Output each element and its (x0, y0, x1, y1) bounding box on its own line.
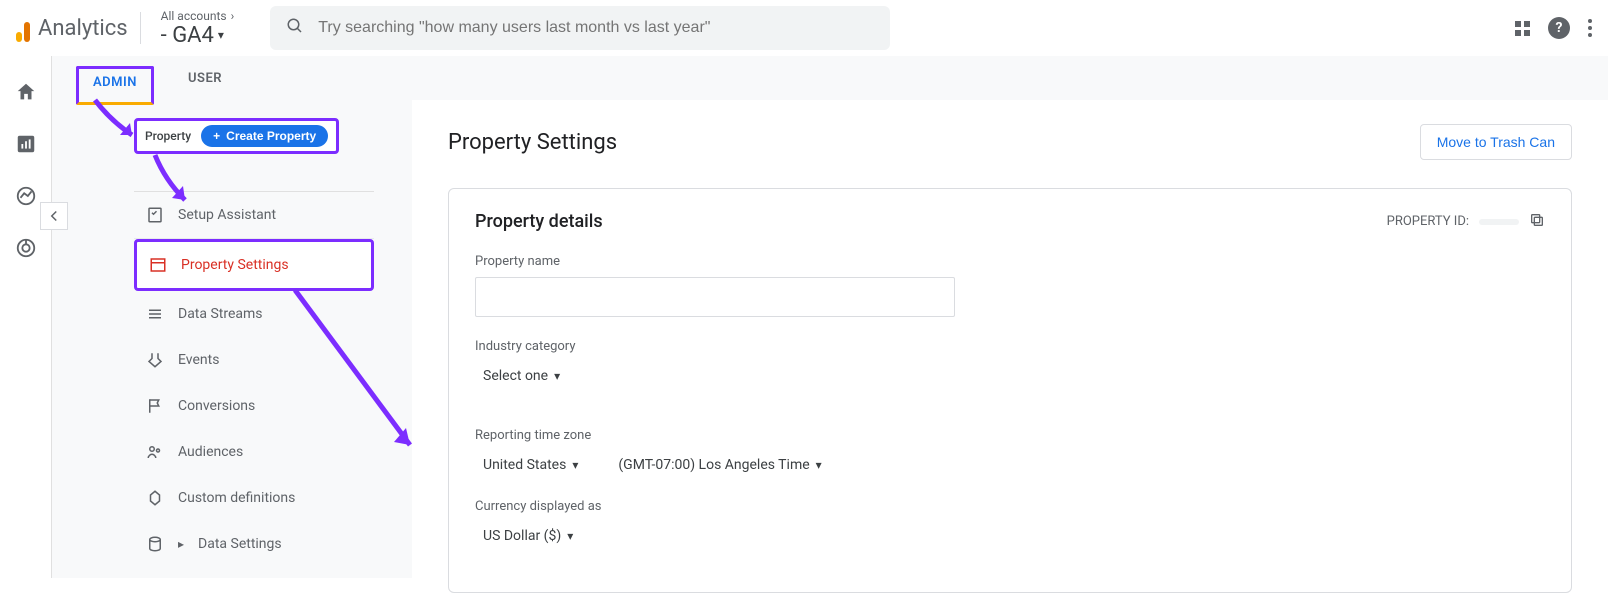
custom-icon (146, 489, 164, 507)
property-name-label: Property name (475, 254, 1545, 269)
timezone-label: Reporting time zone (475, 428, 1545, 443)
nav-setup-assistant[interactable]: Setup Assistant (134, 192, 374, 238)
streams-icon (146, 305, 164, 323)
search-icon (286, 17, 304, 39)
timezone-country-select[interactable]: United States ▾ (475, 451, 586, 479)
nav-data-streams[interactable]: Data Streams (134, 291, 374, 337)
property-column: Property + Create Property Setup Assista… (112, 100, 412, 578)
property-id-value (1479, 219, 1519, 225)
property-name-input[interactable] (475, 277, 955, 317)
logo-text: Analytics (38, 16, 128, 41)
more-menu-icon[interactable] (1588, 19, 1592, 37)
collapse-admin-button[interactable] (40, 202, 68, 230)
page-title: Property Settings (448, 130, 617, 155)
admin-panel: ADMIN USER Property + Create Property Se… (51, 56, 1608, 578)
caret-down-icon: ▾ (567, 529, 573, 543)
currency-label: Currency displayed as (475, 499, 1545, 514)
plus-icon: + (213, 129, 220, 143)
nav-label: Audiences (178, 444, 243, 460)
industry-label: Industry category (475, 339, 1545, 354)
copy-icon[interactable] (1529, 212, 1545, 232)
search-box[interactable] (270, 6, 890, 50)
flag-icon (146, 397, 164, 415)
reports-icon[interactable] (14, 132, 38, 156)
nav-label: Conversions (178, 398, 255, 414)
property-id: PROPERTY ID: (1387, 212, 1545, 232)
create-property-label: Create Property (226, 129, 316, 143)
nav-label: Data Settings (198, 536, 282, 552)
top-bar: Analytics All accounts › - GA4 ▾ ? (0, 0, 1608, 56)
home-icon[interactable] (14, 80, 38, 104)
tab-user[interactable]: USER (182, 71, 228, 86)
nav-custom-definitions[interactable]: Custom definitions (134, 475, 374, 521)
nav-label: Property Settings (181, 257, 289, 273)
settings-panel-icon (149, 256, 167, 274)
nav-events[interactable]: Events (134, 337, 374, 383)
apps-icon[interactable] (1515, 21, 1530, 36)
advertising-icon[interactable] (14, 236, 38, 260)
caret-down-icon: ▾ (554, 369, 560, 383)
tz-offset-value: (GMT-07:00) Los Angeles Time (618, 457, 809, 473)
nav-data-settings[interactable]: ▸ Data Settings (134, 521, 374, 567)
property-header: Property + Create Property (134, 118, 339, 154)
currency-value: US Dollar ($) (483, 528, 561, 544)
divider (140, 12, 141, 44)
create-property-button[interactable]: + Create Property (201, 125, 328, 147)
property-details-card: Property details PROPERTY ID: Property n… (448, 188, 1572, 593)
search-input[interactable] (318, 19, 874, 37)
events-icon (146, 351, 164, 369)
explore-icon[interactable] (14, 184, 38, 208)
analytics-logo: Analytics (16, 14, 128, 42)
help-icon[interactable]: ? (1548, 17, 1570, 39)
all-accounts-label: All accounts (161, 9, 227, 23)
timezone-offset-select[interactable]: (GMT-07:00) Los Angeles Time ▾ (610, 451, 829, 479)
nav-audiences[interactable]: Audiences (134, 429, 374, 475)
nav-property-settings[interactable]: Property Settings (134, 239, 374, 291)
caret-down-icon: ▾ (816, 458, 822, 472)
property-label: Property (145, 129, 191, 143)
nav-label: Data Streams (178, 306, 263, 322)
content-pane: Property Settings Move to Trash Can Prop… (412, 100, 1608, 578)
move-to-trash-button[interactable]: Move to Trash Can (1420, 124, 1572, 160)
property-subtitle (134, 154, 374, 192)
database-icon (146, 535, 164, 553)
analytics-logo-icon (16, 14, 30, 42)
nav-label: Events (178, 352, 219, 368)
caret-down-icon: ▾ (572, 458, 578, 472)
currency-select[interactable]: US Dollar ($) ▾ (475, 522, 581, 550)
checklist-icon (146, 206, 164, 224)
industry-value: Select one (483, 368, 548, 384)
property-name-suffix: - GA4 (161, 23, 214, 48)
card-heading: Property details (475, 211, 603, 232)
account-switcher[interactable]: All accounts › - GA4 ▾ (153, 9, 243, 48)
nav-label: Custom definitions (178, 490, 295, 506)
nav-conversions[interactable]: Conversions (134, 383, 374, 429)
industry-select[interactable]: Select one ▾ (475, 362, 568, 390)
chevron-right-icon: ▸ (178, 537, 184, 551)
caret-down-icon: ▾ (218, 28, 224, 42)
chevron-right-icon: › (231, 9, 235, 23)
people-icon (146, 443, 164, 461)
left-rail (0, 56, 51, 578)
tz-country-value: United States (483, 457, 566, 473)
nav-label: Setup Assistant (178, 207, 276, 223)
property-id-label: PROPERTY ID: (1387, 214, 1469, 229)
admin-tabs: ADMIN USER (52, 56, 1608, 100)
